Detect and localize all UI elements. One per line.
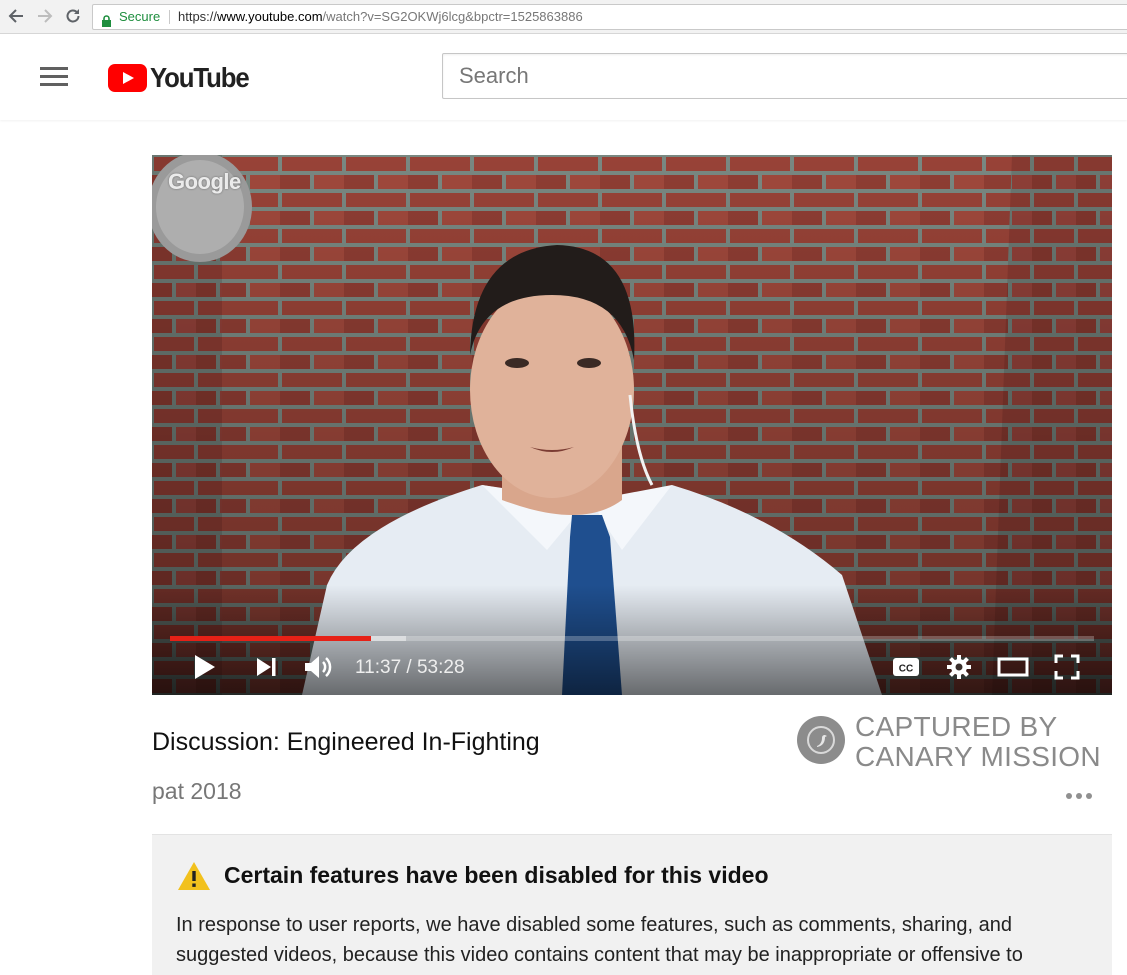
reload-icon[interactable] (63, 6, 83, 26)
youtube-logo[interactable]: YouTube (108, 62, 257, 94)
secure-label: Secure (119, 9, 161, 24)
next-icon[interactable] (250, 653, 282, 681)
stamp-text: CAPTURED BY CANARY MISSION (855, 712, 1101, 772)
svg-text:CC: CC (899, 664, 913, 675)
play-icon[interactable] (188, 653, 220, 681)
search-box[interactable] (442, 53, 1127, 99)
browser-toolbar: Secure https://www.youtube.com/watch?v=S… (0, 0, 1127, 34)
disabled-features-notice: Certain features have been disabled for … (152, 834, 1112, 975)
fullscreen-icon[interactable] (1050, 653, 1084, 681)
address-separator (169, 10, 170, 24)
warning-icon (177, 861, 211, 896)
stamp-line1: CAPTURED BY (855, 711, 1058, 742)
theater-mode-icon[interactable] (995, 653, 1031, 681)
volume-icon[interactable] (302, 653, 336, 681)
address-bar[interactable]: Secure https://www.youtube.com/watch?v=S… (92, 4, 1127, 30)
progress-bar[interactable] (170, 636, 1094, 641)
youtube-play-logo-icon (108, 64, 147, 92)
url-scheme: https:// (178, 9, 218, 24)
url-path: /watch?v=SG2OKWj6lcg&bpctr=1525863886 (322, 9, 583, 24)
back-arrow-icon[interactable] (6, 6, 26, 26)
stamp-line2: CANARY MISSION (855, 741, 1101, 772)
youtube-masthead: YouTube (0, 34, 1127, 120)
google-watermark: Google (168, 169, 241, 194)
youtube-logo-text: YouTube (150, 62, 250, 93)
url-text: https://www.youtube.com/watch?v=SG2OKWj6… (178, 5, 583, 29)
bird-logo-icon (797, 716, 845, 764)
notice-body: In response to user reports, we have dis… (176, 914, 1023, 966)
search-input[interactable] (457, 55, 1101, 97)
notice-title: Certain features have been disabled for … (224, 862, 769, 888)
canary-mission-stamp: CAPTURED BY CANARY MISSION (797, 712, 1107, 774)
forward-arrow-icon[interactable] (35, 6, 55, 26)
closed-captions-icon[interactable]: CC (889, 653, 923, 681)
duration: 53:28 (416, 657, 465, 678)
current-time: 11:37 (355, 657, 402, 678)
time-display: 11:37 / 53:28 (355, 655, 465, 681)
video-title: Discussion: Engineered In-Fighting (152, 728, 540, 756)
channel-name[interactable]: pat 2018 (152, 778, 242, 805)
video-player[interactable]: Google 11:37 / 53:28 CC (152, 155, 1112, 695)
progress-played (170, 636, 371, 641)
hamburger-menu-icon[interactable] (40, 67, 68, 87)
lock-icon (101, 11, 112, 35)
time-separator: / (401, 657, 417, 678)
gear-icon[interactable] (942, 653, 976, 681)
more-actions-icon[interactable] (1066, 788, 1098, 804)
url-host: www.youtube.com (217, 9, 323, 24)
